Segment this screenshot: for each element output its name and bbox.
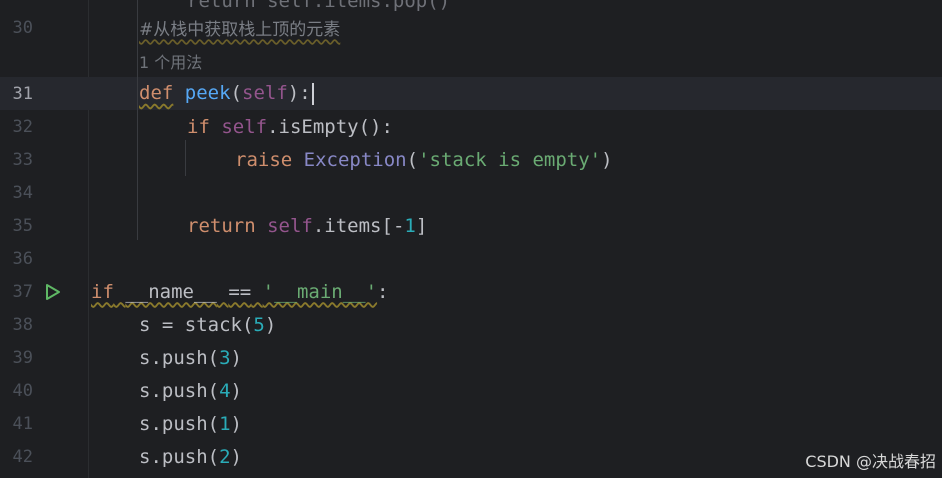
token: == (228, 280, 252, 303)
watermark: CSDN @决战春招 (805, 452, 936, 471)
code-line-39[interactable]: 39 s.push(3) (0, 341, 942, 374)
line-number: 33 (12, 149, 33, 170)
token: s.push( (139, 379, 220, 402)
token: ) (230, 346, 242, 369)
keyword-if: if (91, 280, 114, 303)
code-line-40[interactable]: 40 s.push(4) (0, 374, 942, 407)
code-text: s.push(2) (139, 446, 242, 468)
keyword-return: return (187, 214, 256, 237)
number-literal: 2 (219, 445, 231, 468)
code-text: if self.isEmpty(): (187, 116, 393, 138)
code-editor[interactable]: return self.items.pop() 30 #从栈中获取栈上顶的元素 … (0, 0, 942, 478)
code-line-31[interactable]: 31 def peek(self): (0, 77, 942, 110)
line-number: 41 (12, 413, 33, 434)
line-number: 40 (12, 380, 33, 401)
line-number: 32 (12, 116, 33, 137)
line-number: 31 (12, 83, 33, 104)
number-literal: 1 (404, 214, 416, 237)
self-ref: self (267, 214, 313, 237)
usage-hint[interactable]: 1 个用法 (139, 49, 202, 73)
line-number: 37 (12, 281, 33, 302)
number-literal: 4 (219, 379, 231, 402)
token: : (377, 280, 389, 303)
number-literal: 5 (253, 313, 265, 336)
run-icon[interactable] (42, 282, 62, 302)
dunder-name: __name__ (125, 280, 217, 303)
exception-class: Exception (303, 148, 407, 171)
token: s.push( (139, 412, 220, 435)
code-line-34[interactable]: 34 (0, 176, 942, 209)
code-text: return self.items[-1] (187, 215, 427, 237)
code-line-37[interactable]: 37 if __name__ == '__main__': (0, 275, 942, 308)
code-line-33[interactable]: 33 raise Exception('stack is empty') (0, 143, 942, 176)
token: ): (287, 82, 311, 105)
token: ) (230, 412, 242, 435)
string-literal: '__main__' (262, 280, 378, 303)
token: s.push( (139, 445, 220, 468)
token: .items[ (312, 214, 393, 237)
string-literal: 'stack is empty' (418, 148, 602, 171)
token: ) (601, 148, 613, 171)
number-literal: 1 (219, 412, 231, 435)
token: - (392, 214, 405, 237)
code-text: raise Exception('stack is empty') (235, 149, 613, 171)
code-line-35[interactable]: 35 return self.items[-1] (0, 209, 942, 242)
code-text: s.push(4) (139, 380, 242, 402)
number-literal: 3 (219, 346, 231, 369)
self-ref: self (221, 115, 268, 138)
code-text: s = stack(5) (139, 314, 276, 336)
code-line-32[interactable]: 32 if self.isEmpty(): (0, 110, 942, 143)
token: s = stack( (139, 313, 254, 336)
code-text: def peek(self): (139, 82, 314, 105)
comment: #从栈中获取栈上顶的元素 (139, 20, 341, 40)
token: ] (415, 214, 428, 237)
line-number: 35 (12, 215, 33, 236)
code-line-41[interactable]: 41 s.push(1) (0, 407, 942, 440)
line-number: 30 (12, 17, 33, 38)
token: ) (230, 379, 242, 402)
code-text: if __name__ == '__main__': (91, 281, 389, 303)
code-line-30[interactable]: 30 #从栈中获取栈上顶的元素 (0, 11, 942, 44)
code-line-42[interactable]: 42 s.push(2) (0, 440, 942, 473)
code-text: return self.items.pop() (187, 0, 451, 12)
line-number: 38 (12, 314, 33, 335)
token: ( (406, 148, 419, 171)
keyword-def: def (139, 82, 174, 105)
code-text: s.push(1) (139, 413, 242, 435)
token: s.push( (139, 346, 220, 369)
text-caret (311, 82, 314, 105)
keyword-if: if (187, 115, 210, 138)
token: .isEmpty(): (267, 115, 393, 138)
code-text: s.push(3) (139, 347, 242, 369)
token: ) (264, 313, 277, 336)
function-name: peek (184, 82, 231, 105)
line-number: 34 (12, 182, 33, 203)
line-number: 42 (12, 446, 33, 467)
self-param: self (242, 82, 288, 105)
code-line-38[interactable]: 38 s = stack(5) (0, 308, 942, 341)
token: ( (230, 82, 242, 105)
usage-hint-line: 1 个用法 (0, 44, 942, 77)
line-number: 39 (12, 347, 33, 368)
code-line-36[interactable]: 36 (0, 242, 942, 275)
token: ) (230, 445, 242, 468)
line-number: 36 (12, 248, 33, 269)
indent-guide (185, 140, 186, 176)
indent-guide (137, 0, 138, 240)
keyword-raise: raise (235, 148, 293, 171)
